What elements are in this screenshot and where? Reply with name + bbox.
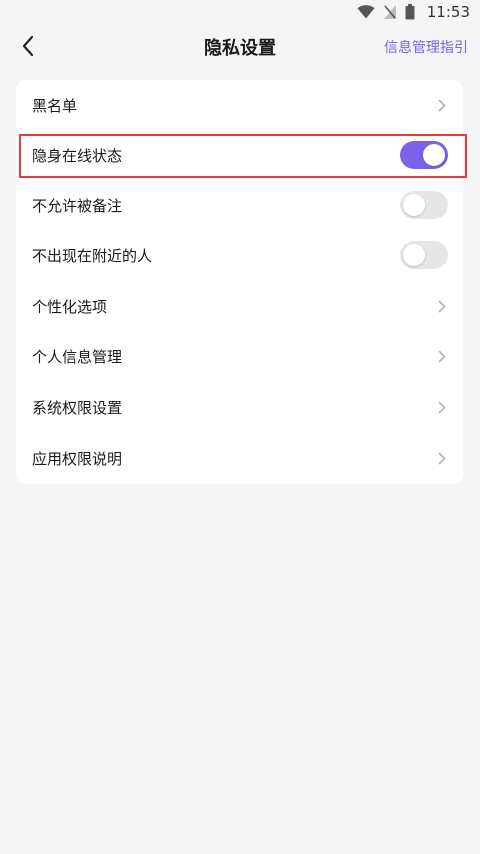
toggle-knob: [403, 194, 425, 216]
settings-item-personalization[interactable]: 个性化选项: [16, 281, 463, 331]
chevron-right-icon: [437, 298, 447, 314]
settings-item-system-permissions[interactable]: 系统权限设置: [16, 382, 463, 432]
settings-item-label: 个性化选项: [32, 297, 108, 316]
settings-item-label: 隐身在线状态: [32, 146, 123, 165]
settings-item-hide-nearby: 不出现在附近的人: [16, 230, 463, 280]
no-signal-icon: [383, 4, 397, 20]
back-button[interactable]: [14, 34, 42, 62]
header: 隐私设置 信息管理指引: [0, 24, 480, 70]
settings-item-disallow-remark: 不允许被备注: [16, 180, 463, 230]
chevron-right-icon: [437, 450, 447, 466]
invisible-online-toggle[interactable]: [400, 141, 448, 169]
chevron-right-icon: [437, 399, 447, 415]
settings-item-label: 应用权限说明: [32, 449, 123, 468]
wifi-icon: [357, 5, 375, 19]
disallow-remark-toggle[interactable]: [400, 191, 448, 219]
settings-item-label: 系统权限设置: [32, 398, 123, 417]
status-time: 11:53: [426, 3, 470, 21]
chevron-right-icon: [437, 348, 447, 364]
settings-item-label: 不允许被备注: [32, 196, 123, 215]
status-bar: 11:53: [0, 0, 480, 24]
info-management-guide-link[interactable]: 信息管理指引: [384, 37, 468, 57]
hide-nearby-toggle[interactable]: [400, 241, 448, 269]
settings-item-personal-info[interactable]: 个人信息管理: [16, 331, 463, 381]
toggle-knob: [423, 144, 445, 166]
settings-item-label: 不出现在附近的人: [32, 246, 153, 265]
settings-item-label: 个人信息管理: [32, 347, 123, 366]
settings-item-invisible-online: 隐身在线状态: [16, 130, 463, 180]
settings-card: 黑名单 隐身在线状态 不允许被备注 不出现在附近的人 个性化选项 个人信息管理: [16, 80, 463, 484]
back-arrow-icon: [21, 35, 35, 61]
settings-item-blacklist[interactable]: 黑名单: [16, 80, 463, 130]
battery-icon: [405, 4, 415, 20]
settings-item-label: 黑名单: [32, 96, 78, 115]
settings-item-app-permissions-info[interactable]: 应用权限说明: [16, 433, 463, 483]
toggle-knob: [403, 244, 425, 266]
chevron-right-icon: [437, 97, 447, 113]
